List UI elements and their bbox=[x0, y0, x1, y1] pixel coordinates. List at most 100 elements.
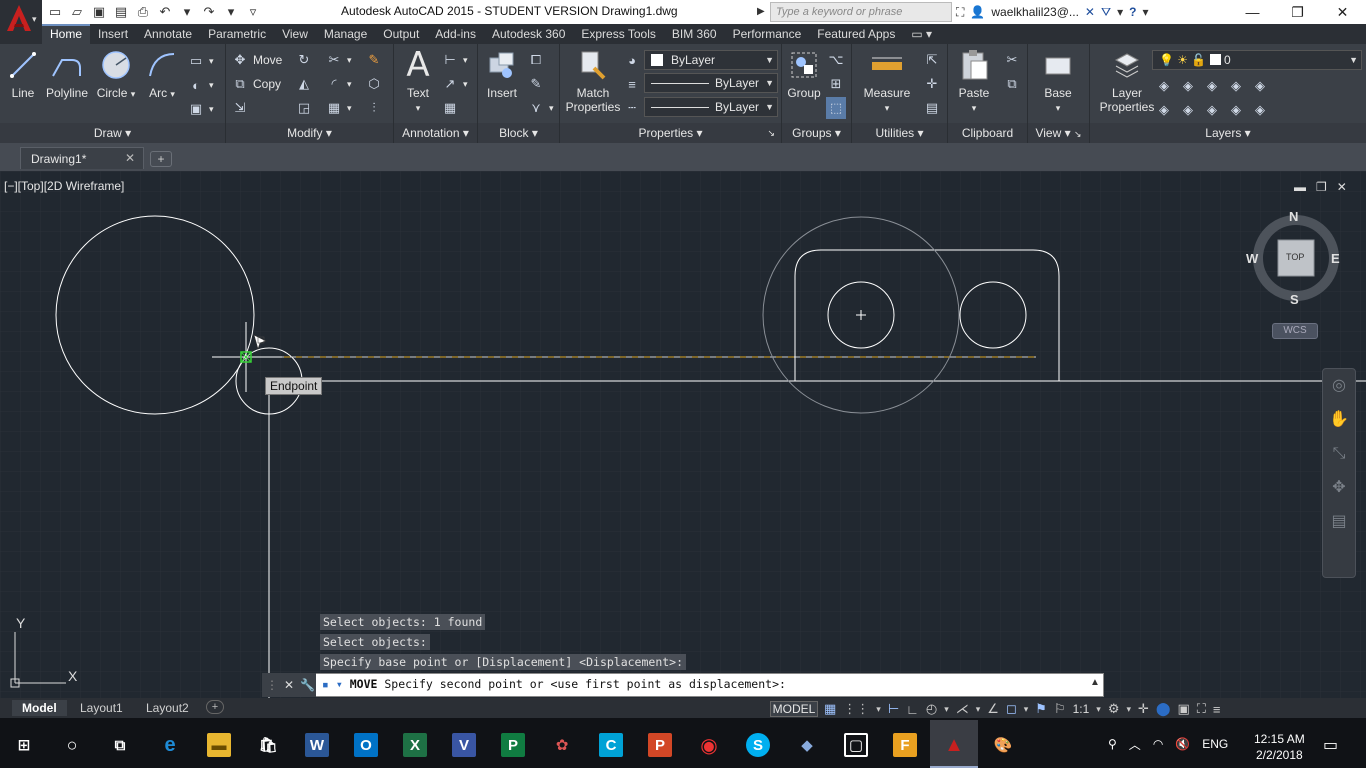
attribute-button[interactable]: ⋎ ▾ bbox=[528, 97, 553, 119]
chevron-up-icon[interactable]: ︿ bbox=[1129, 736, 1141, 753]
word-icon[interactable]: W bbox=[305, 733, 329, 757]
viewcube-north[interactable]: N bbox=[1289, 209, 1298, 224]
save-as-icon[interactable]: ▤ bbox=[112, 3, 130, 21]
circle-button[interactable]: Circle ▾ bbox=[95, 48, 137, 101]
workspace-gear-icon[interactable]: ⚙ bbox=[1108, 701, 1120, 717]
customize-wrench-icon[interactable]: 🔧 bbox=[300, 678, 315, 692]
annotation-panel-title[interactable]: Annotation ▾ bbox=[394, 123, 477, 143]
skype-business-icon[interactable]: C bbox=[599, 733, 623, 757]
tab-view[interactable]: View bbox=[274, 24, 316, 44]
user-name[interactable]: waelkhalil23@... bbox=[991, 5, 1079, 19]
outlook-icon[interactable]: O bbox=[354, 733, 378, 757]
windows-start-icon[interactable]: ⊞ bbox=[12, 733, 36, 757]
chevron-down-icon[interactable]: ▾ bbox=[1142, 5, 1148, 19]
app-f-icon[interactable]: F bbox=[893, 733, 917, 757]
layer-match-icon[interactable]: ◈ bbox=[1252, 78, 1268, 94]
lineweight-select[interactable]: ByLayer ▼ bbox=[644, 97, 778, 117]
paint-palette-icon[interactable]: 🎨 bbox=[991, 733, 1015, 757]
new-file-icon[interactable]: ▭ bbox=[46, 3, 64, 21]
chevron-down-icon[interactable]: ▾ bbox=[944, 704, 949, 715]
excel-icon[interactable]: X bbox=[403, 733, 427, 757]
match-properties-button[interactable]: Match Properties bbox=[562, 48, 624, 114]
tab-parametric[interactable]: Parametric bbox=[200, 24, 274, 44]
layer-unlock-icon[interactable]: ◈ bbox=[1228, 102, 1244, 118]
layer-thaw-icon[interactable]: ◈ bbox=[1204, 102, 1220, 118]
hatch-button[interactable]: ◐ ▾ bbox=[188, 74, 213, 96]
zoom-extents-icon[interactable]: ⤡ bbox=[1323, 437, 1355, 471]
tab-autodesk-360[interactable]: Autodesk 360 bbox=[484, 24, 573, 44]
tab-output[interactable]: Output bbox=[375, 24, 427, 44]
task-view-icon[interactable]: ⧉ bbox=[108, 733, 132, 757]
view-panel-title[interactable]: View ▾ ↘ bbox=[1028, 123, 1089, 143]
layer-off-icon[interactable]: ◈ bbox=[1156, 78, 1172, 94]
layer-on-icon[interactable]: ◈ bbox=[1156, 102, 1172, 118]
line-button[interactable]: Line bbox=[4, 48, 42, 100]
group-button[interactable]: Group bbox=[784, 48, 824, 100]
undo-icon[interactable]: ↶ bbox=[156, 3, 174, 21]
powerpoint-icon[interactable]: P bbox=[648, 733, 672, 757]
utilities-panel-title[interactable]: Utilities ▾ bbox=[852, 123, 947, 143]
notification-icon[interactable]: ▭ bbox=[1323, 735, 1338, 755]
isolate-objects-icon[interactable]: ⬤ bbox=[1156, 701, 1171, 717]
chevron-down-icon[interactable]: ▾ bbox=[178, 3, 196, 21]
viewcube-west[interactable]: W bbox=[1246, 251, 1258, 266]
help-icon[interactable]: ? bbox=[1129, 5, 1136, 19]
showmotion-icon[interactable]: ▤ bbox=[1323, 505, 1355, 539]
groups-panel-title[interactable]: Groups ▾ bbox=[782, 123, 851, 143]
object-snap-icon[interactable]: ◻ bbox=[1006, 701, 1017, 717]
new-drawing-button[interactable]: + bbox=[150, 151, 172, 167]
text-button[interactable]: A Text ▾ bbox=[398, 48, 438, 115]
chevron-down-icon[interactable]: ▾ bbox=[976, 704, 981, 715]
exchange-apps-icon[interactable]: ✕ bbox=[1085, 5, 1095, 19]
layout-tab-model[interactable]: Model bbox=[12, 700, 67, 716]
steering-wheel-icon[interactable]: ◎ bbox=[1323, 369, 1355, 403]
draw-panel-title[interactable]: Draw ▾ bbox=[0, 123, 225, 143]
move-button[interactable]: ✥ Move bbox=[232, 49, 283, 71]
layer-current-icon[interactable]: ◈ bbox=[1252, 102, 1268, 118]
scale-button[interactable]: ◲ bbox=[296, 97, 312, 119]
store-icon[interactable]: 🛍 bbox=[256, 733, 280, 757]
chevron-down-icon[interactable]: ▾ bbox=[1117, 5, 1123, 19]
rectangle-button[interactable]: ▭ ▾ bbox=[188, 50, 214, 72]
project-icon[interactable]: P bbox=[501, 733, 525, 757]
command-input[interactable]: ▪ ▾ MOVE Specify second point or <use fi… bbox=[322, 677, 786, 691]
close-icon[interactable]: ✕ bbox=[1320, 0, 1365, 24]
copy-button[interactable]: ⧉ Copy bbox=[232, 73, 281, 95]
layer-lock-icon[interactable]: ◈ bbox=[1228, 78, 1244, 94]
annotation-monitor-icon[interactable]: ✛ bbox=[1138, 701, 1149, 717]
explode-button[interactable]: ⬡ bbox=[366, 73, 382, 95]
leader-button[interactable]: ↗ ▾ bbox=[442, 73, 468, 95]
trim-button[interactable]: ✂ ▾ bbox=[326, 49, 352, 71]
orbit-icon[interactable]: ✥ bbox=[1323, 471, 1355, 505]
ungroup-button[interactable]: ⌥ bbox=[828, 49, 844, 71]
open-folder-icon[interactable]: ▱ bbox=[68, 3, 86, 21]
rotate-button[interactable]: ↻ bbox=[296, 49, 312, 71]
stretch-button[interactable]: ⇲ bbox=[232, 97, 248, 119]
dynamic-input-icon[interactable]: ⊢ bbox=[888, 701, 899, 717]
file-explorer-icon[interactable]: ▬ bbox=[207, 733, 231, 757]
measure-button[interactable]: Measure ▾ bbox=[856, 48, 918, 115]
polyline-button[interactable]: Polyline bbox=[42, 48, 92, 100]
language-indicator[interactable]: ENG bbox=[1202, 737, 1228, 751]
grid-icon[interactable]: ▦ bbox=[824, 701, 836, 717]
a360-icon[interactable]: ⛛ bbox=[1101, 5, 1111, 20]
redo-icon[interactable]: ↷ bbox=[200, 3, 218, 21]
chevron-down-icon[interactable]: ▾ bbox=[1024, 704, 1029, 715]
snap-icon[interactable]: ⋮⋮ bbox=[843, 701, 869, 717]
layout-tab-layout1[interactable]: Layout1 bbox=[70, 700, 133, 716]
paint-app-icon[interactable]: ✿ bbox=[550, 733, 574, 757]
viewcube-east[interactable]: E bbox=[1331, 251, 1340, 266]
polar-icon[interactable]: ◴ bbox=[926, 701, 937, 717]
hardware-acceleration-icon[interactable]: ▣ bbox=[1177, 701, 1189, 717]
modify-panel-title[interactable]: Modify ▾ bbox=[226, 123, 393, 143]
arc-button[interactable]: Arc ▾ bbox=[142, 48, 182, 101]
cut-button[interactable]: ✂ bbox=[1004, 49, 1020, 71]
layer-select[interactable]: 💡 ☀ 🔓 0 ▼ bbox=[1152, 50, 1362, 70]
block-panel-title[interactable]: Block ▾ bbox=[478, 123, 559, 143]
binoculars-icon[interactable]: ⛶ bbox=[956, 5, 964, 20]
layers-panel-title[interactable]: Layers ▾ bbox=[1090, 123, 1366, 143]
user-icon[interactable]: 👤 bbox=[970, 5, 985, 19]
mirror-button[interactable]: ◭ bbox=[296, 73, 312, 95]
edit-block-button[interactable]: ✎ bbox=[528, 73, 544, 95]
ribbon-minimize-icon[interactable]: ▭ ▾ bbox=[903, 24, 940, 44]
